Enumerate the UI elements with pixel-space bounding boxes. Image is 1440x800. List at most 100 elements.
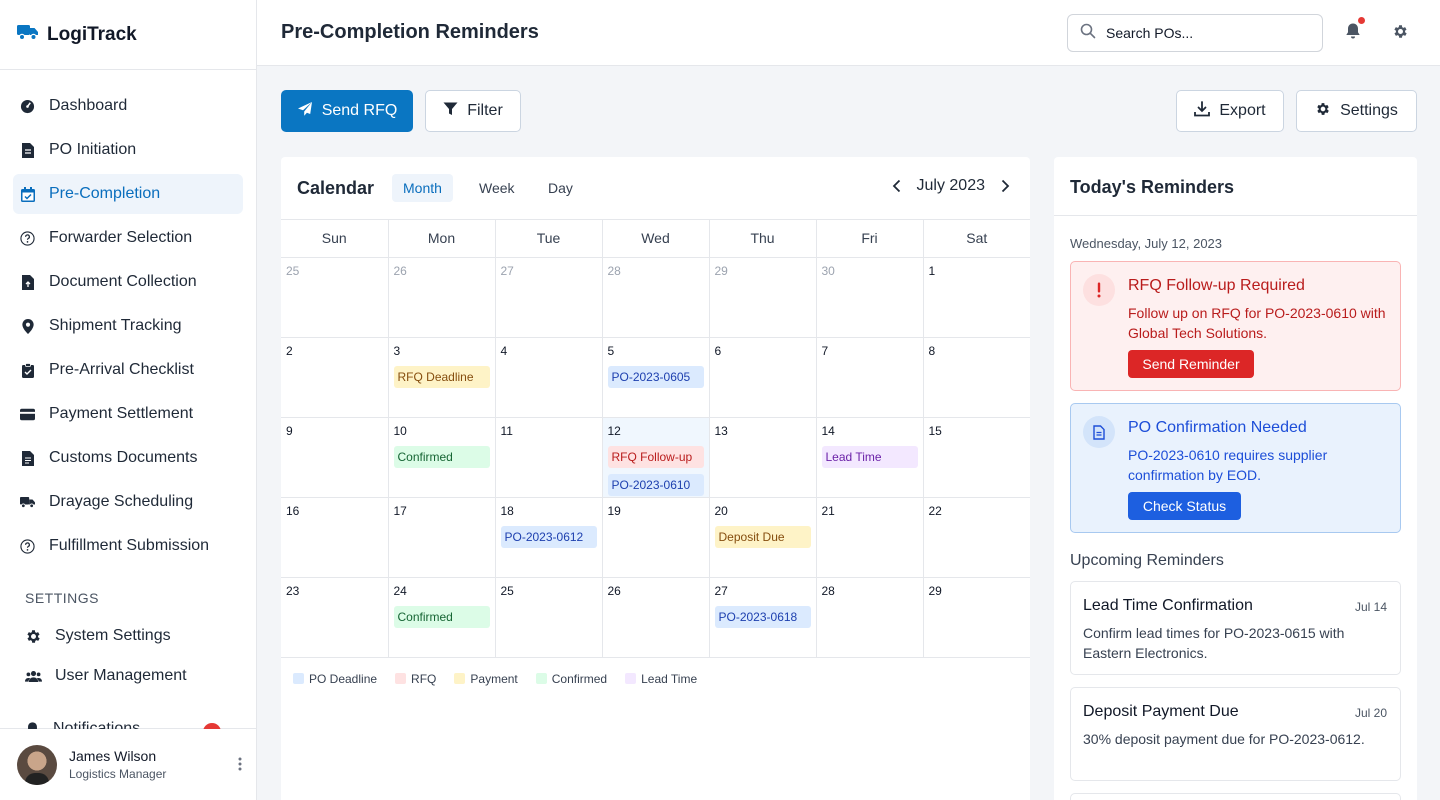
calendar-day[interactable]: 11 [495, 417, 603, 498]
gear-icon[interactable] [1392, 23, 1409, 45]
calendar-day[interactable]: 17 [388, 497, 496, 578]
calendar-event[interactable]: PO-2023-0612 [500, 525, 597, 548]
search-box[interactable] [1067, 14, 1323, 52]
tab-month[interactable]: Month [392, 174, 453, 202]
calendar-day[interactable]: 25 [281, 257, 389, 338]
calendar-day[interactable]: 9 [281, 417, 389, 498]
calendar-day[interactable]: 6 [709, 337, 817, 418]
day-number: 29 [714, 263, 728, 278]
alert-body: PO-2023-0610 requires supplier confirmat… [1128, 447, 1328, 483]
sidebar-item-system-settings[interactable]: System Settings [0, 616, 256, 656]
calendar-day[interactable]: 8 [923, 337, 1030, 418]
calendar-day[interactable]: 26 [388, 257, 496, 338]
filter-button[interactable]: Filter [425, 90, 521, 132]
calendar-event[interactable]: PO-2023-0605 [607, 365, 704, 388]
sidebar-item-pre-arrival-checklist[interactable]: Pre-Arrival Checklist [13, 350, 243, 390]
credit-card-icon [20, 407, 35, 422]
sidebar-item-drayage-scheduling[interactable]: Drayage Scheduling [13, 482, 243, 522]
calendar-day[interactable]: 27 [495, 257, 603, 338]
calendar-day[interactable]: 3 RFQ Deadline [388, 337, 496, 418]
sidebar-item-forwarder-selection[interactable]: Forwarder Selection [13, 218, 243, 258]
legend-swatch [293, 673, 304, 684]
calendar-day[interactable]: 26 [602, 577, 710, 658]
dashboard-icon [20, 99, 35, 114]
main-nav: Dashboard PO Initiation Pre-Completion Forw… [0, 70, 256, 566]
sidebar-item-label: Fulfillment Submission [49, 537, 210, 554]
calendar-day[interactable]: 19 [602, 497, 710, 578]
sidebar-item-dashboard[interactable]: Dashboard [13, 86, 243, 126]
user-profile[interactable]: James Wilson Logistics Manager [0, 728, 256, 800]
export-button[interactable]: Export [1176, 90, 1284, 132]
calendar-event[interactable]: PO-2023-0618 [714, 605, 811, 628]
calendar-day-today[interactable]: 12 RFQ Follow-up PO-2023-0610 [602, 417, 710, 498]
calendar-day[interactable]: 15 [923, 417, 1030, 498]
calendar-day[interactable]: 13 [709, 417, 817, 498]
send-reminder-button[interactable]: Send Reminder [1128, 350, 1254, 378]
calendar-event[interactable]: Lead Time [821, 445, 918, 468]
sidebar-item-notifications[interactable]: Notifications [25, 717, 245, 729]
calendar-day[interactable]: 20 Deposit Due [709, 497, 817, 578]
sidebar-item-label: Pre-Completion [49, 185, 161, 202]
settings-button[interactable]: Settings [1296, 90, 1417, 132]
calendar-event[interactable]: PO-2023-0610 [607, 473, 704, 496]
calendar-day[interactable]: 7 [816, 337, 924, 418]
calendar-grid: Sun Mon Tue Wed Thu Fri Sat 25 26 27 28 29 30 1 2 3 RFQ… [281, 220, 1030, 658]
search-input[interactable] [1106, 25, 1306, 41]
calendar-day[interactable]: 21 [816, 497, 924, 578]
bell-icon[interactable] [1345, 22, 1361, 45]
sidebar-item-label: Notifications [53, 720, 141, 729]
sidebar-item-fulfillment-submission[interactable]: Fulfillment Submission [13, 526, 243, 566]
calendar-day[interactable]: 28 [816, 577, 924, 658]
calendar-day[interactable]: 1 [923, 257, 1030, 338]
calendar-event[interactable]: Deposit Due [714, 525, 811, 548]
calendar-day[interactable]: 24 Confirmed [388, 577, 496, 658]
alert-title: PO Confirmation Needed [1128, 419, 1307, 436]
calendar-event[interactable]: RFQ Deadline [393, 365, 490, 388]
sidebar-item-shipment-tracking[interactable]: Shipment Tracking [13, 306, 243, 346]
sidebar-item-po-initiation[interactable]: PO Initiation [13, 130, 243, 170]
more-options-icon[interactable] [238, 757, 242, 775]
tab-week[interactable]: Week [468, 174, 526, 202]
calendar-day[interactable]: 29 [709, 257, 817, 338]
calendar-day[interactable]: 23 [281, 577, 389, 658]
calendar-day[interactable]: 27 PO-2023-0618 [709, 577, 817, 658]
sidebar-item-user-management[interactable]: User Management [0, 656, 256, 696]
settings-nav: System Settings User Management [0, 616, 256, 696]
check-status-button[interactable]: Check Status [1128, 492, 1241, 520]
calendar-day[interactable]: 28 [602, 257, 710, 338]
calendar-day[interactable]: 30 [816, 257, 924, 338]
calendar-event[interactable]: RFQ Follow-up [607, 445, 704, 468]
calendar-day[interactable]: 29 [923, 577, 1030, 658]
map-pin-icon [20, 318, 35, 334]
calendar-day[interactable]: 16 [281, 497, 389, 578]
truck-logo-icon [17, 23, 39, 46]
upcoming-reminder-card[interactable]: Lead Time Confirmation Jul 14 Confirm le… [1070, 581, 1401, 675]
calendar-event[interactable]: Confirmed [393, 605, 490, 628]
app-name: LogiTrack [47, 23, 137, 45]
calendar-day[interactable]: 10 Confirmed [388, 417, 496, 498]
sidebar-item-payment-settlement[interactable]: Payment Settlement [13, 394, 243, 434]
calendar-day[interactable]: 14 Lead Time [816, 417, 924, 498]
sidebar-item-document-collection[interactable]: Document Collection [13, 262, 243, 302]
sidebar-item-label: System Settings [55, 627, 171, 644]
chevron-right-icon[interactable] [1001, 179, 1010, 193]
send-rfq-button[interactable]: Send RFQ [281, 90, 413, 132]
calendar-day[interactable]: 18 PO-2023-0612 [495, 497, 603, 578]
reminder-title: Deposit Payment Due [1083, 703, 1239, 720]
chevron-left-icon[interactable] [892, 179, 901, 193]
day-number: 26 [607, 583, 621, 598]
calendar-day[interactable]: 5 PO-2023-0605 [602, 337, 710, 418]
calendar-day[interactable]: 2 [281, 337, 389, 418]
tab-day[interactable]: Day [537, 174, 584, 202]
upcoming-reminder-card[interactable] [1070, 793, 1401, 800]
brand[interactable]: LogiTrack [0, 0, 256, 70]
calendar-day[interactable]: 22 [923, 497, 1030, 578]
calendar-day[interactable]: 4 [495, 337, 603, 418]
legend-swatch [454, 673, 466, 684]
sidebar-item-customs-documents[interactable]: Customs Documents [13, 438, 243, 478]
day-number: 11 [500, 423, 513, 438]
upcoming-reminder-card[interactable]: Deposit Payment Due Jul 20 30% deposit p… [1070, 687, 1401, 781]
calendar-day[interactable]: 25 [495, 577, 603, 658]
calendar-event[interactable]: Confirmed [393, 445, 490, 468]
sidebar-item-pre-completion[interactable]: Pre-Completion [13, 174, 243, 214]
